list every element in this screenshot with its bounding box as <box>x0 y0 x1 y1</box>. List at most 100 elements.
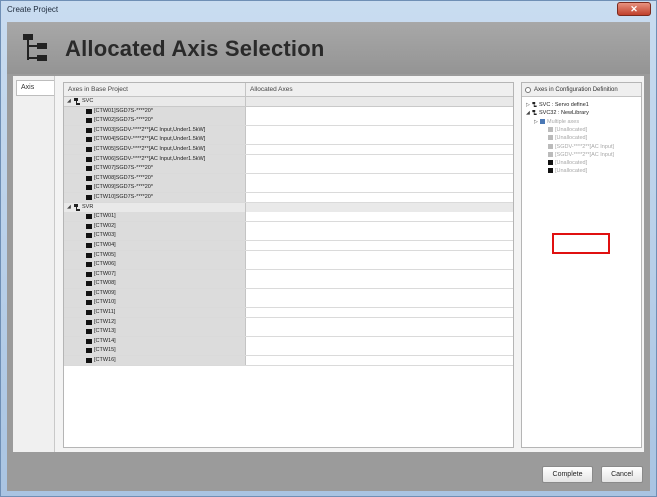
axis-tree-icon <box>23 34 47 61</box>
tree-item[interactable]: ▷ Multiple axes <box>534 118 579 126</box>
table-row[interactable]: [CTW15] <box>64 346 513 357</box>
axis-icon <box>86 185 92 191</box>
axis-icon <box>548 126 553 132</box>
table-row[interactable]: [CTW02]SGD7S-****20* <box>64 116 513 126</box>
allocated-axis-cell[interactable] <box>246 116 513 126</box>
tree-item[interactable]: [Unallocated] <box>542 126 587 134</box>
table-row[interactable]: [CTW13] <box>64 327 513 337</box>
allocated-axis-cell[interactable] <box>246 308 513 318</box>
page-title: Allocated Axis Selection <box>65 36 325 61</box>
expand-arrow-icon[interactable]: ◢ <box>67 97 71 106</box>
tab-axis[interactable]: Axis <box>16 80 54 96</box>
allocated-axis-cell[interactable] <box>246 144 513 154</box>
table-row[interactable]: [CTW05]SGDV-****2**[AC Input,Under1.5kW] <box>64 144 513 155</box>
allocated-axis-cell[interactable] <box>246 269 513 279</box>
table-row[interactable]: [CTW14] <box>64 336 513 347</box>
allocated-axis-cell[interactable] <box>246 356 513 366</box>
table-row[interactable]: [CTW01] <box>64 212 513 222</box>
allocated-axis-cell[interactable] <box>246 260 513 270</box>
allocated-axis-cell[interactable] <box>246 298 513 308</box>
tree-item[interactable]: ◢ SVC32 : NewLibrary <box>526 109 589 117</box>
table-row[interactable]: [CTW03] <box>64 231 513 241</box>
allocated-axis-cell[interactable] <box>246 154 513 164</box>
allocated-axis-cell[interactable] <box>246 240 513 250</box>
allocated-axis-cell[interactable] <box>246 231 513 241</box>
title-bar: Create Project ✕ <box>1 1 656 21</box>
tree-item[interactable]: [Unallocated] <box>542 134 587 142</box>
axis-label: [CTW15] <box>94 347 116 354</box>
allocated-axis-cell[interactable] <box>246 125 513 135</box>
collapse-icon[interactable] <box>525 87 531 93</box>
base-axis-cell: [CTW12] <box>64 317 246 327</box>
window-title: Create Project <box>7 5 59 14</box>
allocated-axis-cell[interactable] <box>246 317 513 327</box>
table-row[interactable]: [CTW08]SGD7S-****20* <box>64 173 513 184</box>
allocated-axis-cell[interactable] <box>246 183 513 193</box>
axis-label: [CTW14] <box>94 337 116 344</box>
allocated-axis-cell[interactable] <box>246 288 513 298</box>
allocated-axis-cell[interactable] <box>246 346 513 356</box>
footer-bar: Complete Cancel <box>7 454 650 491</box>
group-row[interactable]: ◢ SVR <box>64 202 513 213</box>
tree-item-label: SVC32 : NewLibrary <box>539 110 589 117</box>
cancel-button[interactable]: Cancel <box>601 466 643 483</box>
axis-icon <box>86 262 92 268</box>
table-row[interactable]: [CTW10]SGD7S-****20* <box>64 192 513 203</box>
table-row[interactable]: [CTW06] <box>64 260 513 270</box>
table-row[interactable]: [CTW05] <box>64 250 513 261</box>
table-row[interactable]: [CTW10] <box>64 298 513 309</box>
table-row[interactable]: [CTW07]SGD7S-****20* <box>64 164 513 174</box>
table-row[interactable]: [CTW04]SGDV-****2**[AC Input,Under1.5kW] <box>64 135 513 145</box>
table-row[interactable]: [CTW09]SGD7S-****20* <box>64 183 513 193</box>
tree-item[interactable]: [SGDV-****2**[AC Input] <box>542 143 614 151</box>
table-row[interactable]: [CTW12] <box>64 317 513 328</box>
allocated-axis-cell[interactable] <box>246 192 513 202</box>
axis-icon <box>86 156 92 162</box>
allocated-axis-cell[interactable] <box>246 212 513 222</box>
table-row[interactable]: [CTW07] <box>64 269 513 280</box>
tree-item[interactable]: [SGDV-****2**[AC Input] <box>542 151 614 159</box>
base-axis-cell: [CTW02]SGD7S-****20* <box>64 116 246 126</box>
table-row[interactable]: [CTW02] <box>64 221 513 232</box>
allocated-axis-cell[interactable] <box>246 106 513 116</box>
tree-item[interactable]: ▷ SVC : Servo define1 <box>526 101 589 109</box>
header-band: Allocated Axis Selection <box>7 22 650 74</box>
tree-item-label: [Unallocated] <box>555 168 588 175</box>
allocated-axis-cell[interactable] <box>246 279 513 289</box>
base-axis-cell: [CTW08]SGD7S-****20* <box>64 173 246 183</box>
table-row[interactable]: [CTW03]SGDV-****2**[AC Input,Under1.5kW] <box>64 125 513 136</box>
allocated-axis-cell[interactable] <box>246 336 513 346</box>
group-icon <box>532 110 537 116</box>
column-header-base-axes[interactable]: Axes in Base Project <box>64 83 246 97</box>
tree-expander-icon[interactable]: ▷ <box>526 101 531 109</box>
complete-button[interactable]: Complete <box>542 466 593 483</box>
allocated-axis-cell[interactable] <box>246 135 513 145</box>
table-row[interactable]: [CTW08] <box>64 279 513 289</box>
tree-item[interactable]: [Unallocated] <box>542 159 587 167</box>
table-row[interactable]: [CTW06]SGDV-****2**[AC Input,Under1.5kW] <box>64 154 513 165</box>
table-row[interactable]: [CTW01]SGD7S-****20* <box>64 106 513 117</box>
tree-expander-icon[interactable]: ▷ <box>534 118 539 126</box>
allocated-axis-cell[interactable] <box>246 173 513 183</box>
table-row[interactable]: [CTW09] <box>64 288 513 299</box>
base-axis-cell: [CTW15] <box>64 346 246 356</box>
axis-icon <box>548 168 553 174</box>
group-row[interactable]: ◢ SVC <box>64 97 513 107</box>
table-row[interactable]: [CTW16] <box>64 356 513 366</box>
tree-item[interactable]: [Unallocated] <box>542 167 587 175</box>
base-axis-cell: [CTW09]SGD7S-****20* <box>64 183 246 193</box>
expand-arrow-icon[interactable]: ◢ <box>67 203 71 212</box>
column-header-allocated-axes[interactable]: Allocated Axes <box>246 83 513 97</box>
table-row[interactable]: [CTW04] <box>64 240 513 251</box>
close-button[interactable]: ✕ <box>617 2 651 16</box>
allocated-axis-cell[interactable] <box>246 250 513 260</box>
allocated-axis-cell[interactable] <box>246 221 513 231</box>
axis-label: [CTW01] <box>94 213 116 220</box>
allocated-axis-cell[interactable] <box>246 327 513 337</box>
panel-title: Axes in Configuration Definition <box>534 87 618 93</box>
side-tab-strip: Axis <box>13 76 55 452</box>
group-cell: ◢ SVC <box>64 97 246 106</box>
allocated-axis-cell[interactable] <box>246 164 513 174</box>
table-row[interactable]: [CTW11] <box>64 308 513 318</box>
tree-expander-icon[interactable]: ◢ <box>526 109 531 117</box>
